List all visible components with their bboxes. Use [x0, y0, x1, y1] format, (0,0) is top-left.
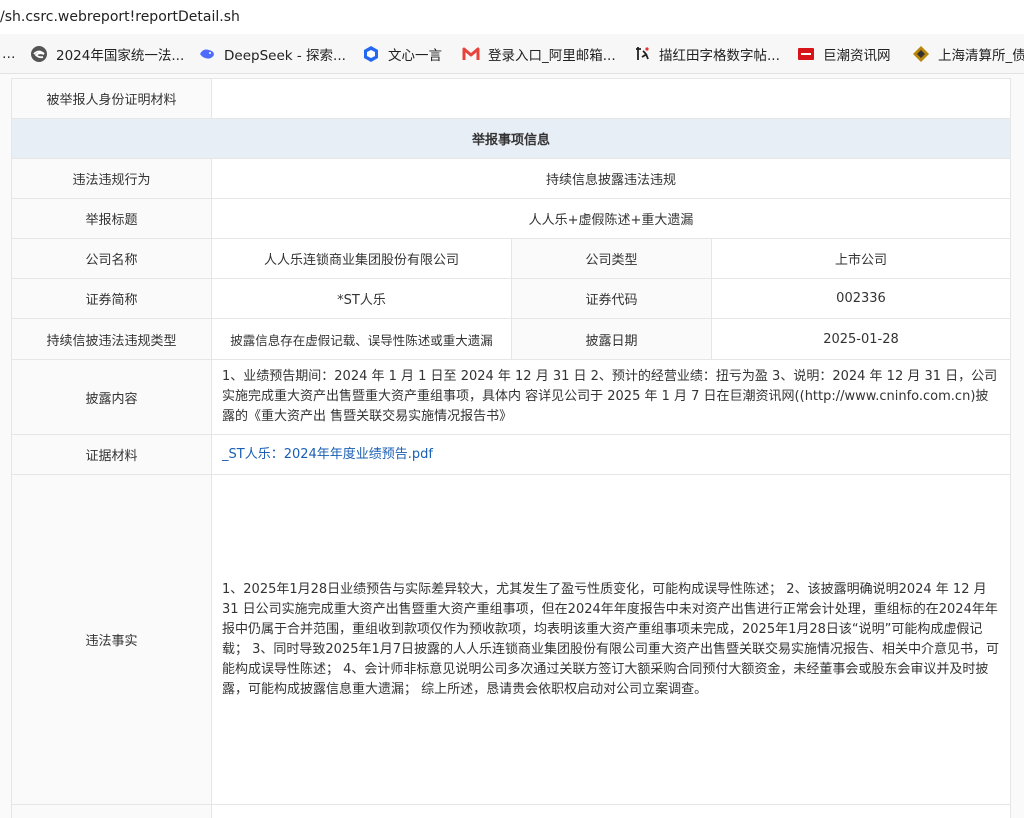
table-row: 举报标题 人人乐+虚假陈述+重大遗漏	[11, 198, 1011, 239]
table-row: 披露内容 1、业绩预告期间：2024 年 1 月 1 日至 2024 年 12 …	[11, 359, 1011, 435]
bookmarks-bar: … 2024年国家统一法... DeepSeek - 探索... 文心一言 登录…	[0, 34, 1024, 74]
url-text: /sh.csrc.webreport!reportDetail.sh	[0, 9, 240, 25]
whistleblower-id-label: 被举报人身份证明材料	[11, 78, 212, 119]
company-name-label: 公司名称	[11, 238, 212, 279]
security-code-value: 002336	[711, 278, 1011, 319]
bookmark-deepseek[interactable]: DeepSeek - 探索...	[198, 34, 346, 73]
company-type-value: 上市公司	[711, 238, 1011, 279]
table-row: 公司名称 人人乐连锁商业集团股份有限公司 公司类型 上市公司	[11, 238, 1011, 279]
address-bar[interactable]: /sh.csrc.webreport!reportDetail.sh	[0, 0, 1024, 34]
bookmark-label: 巨潮资讯网	[823, 48, 891, 64]
table-row: 被举报人身份证明材料	[11, 78, 1011, 119]
bookmark-label: 登录入口_阿里邮箱...	[488, 48, 616, 64]
bookmark-wenxin[interactable]: 文心一言	[362, 34, 442, 73]
security-abbr-value: *ST人乐	[211, 278, 512, 319]
disclosure-content-label: 披露内容	[11, 359, 212, 435]
violation-value: 持续信息披露违法违规	[211, 158, 1011, 199]
bookmark-overflow[interactable]: …	[2, 34, 16, 73]
calligraphy-icon	[633, 45, 651, 63]
report-title-label: 举报标题	[11, 198, 212, 239]
bookmark-label: …	[2, 46, 16, 62]
aliyun-mail-m-icon	[462, 45, 480, 63]
disclosure-date-value: 2025-01-28	[711, 318, 1011, 360]
disclosure-type-label: 持续信披违法违规类型	[11, 318, 212, 360]
bookmark-aliyun-mail[interactable]: 登录入口_阿里邮箱...	[462, 34, 616, 73]
page-content: 被举报人身份证明材料 举报事项信息 违法违规行为 持续信息披露违法违规 举报标题…	[0, 74, 1024, 818]
evidence-label: 证据材料	[11, 434, 212, 475]
bookmark-label: 描红田字格数字帖...	[659, 48, 780, 64]
table-row: 违法事实 1、2025年1月28日业绩预告与实际差异较大，尤其发生了盈亏性质变化…	[11, 474, 1011, 805]
table-row	[11, 804, 1011, 818]
violation-label: 违法违规行为	[11, 158, 212, 199]
facts-label: 违法事实	[11, 474, 212, 805]
table-row: 证据材料 _ST人乐：2024年年度业绩预告.pdf	[11, 434, 1011, 475]
table-row: 违法违规行为 持续信息披露违法违规	[11, 158, 1011, 199]
table-row: 证券简称 *ST人乐 证券代码 002336	[11, 278, 1011, 319]
bookmark-label: DeepSeek - 探索...	[224, 48, 346, 64]
empty-label-cell	[11, 804, 212, 818]
disclosure-date-label: 披露日期	[511, 318, 712, 360]
bookmark-shclearing[interactable]: 上海清算所_债	[912, 34, 1024, 73]
bookmark-label: 上海清算所_债	[938, 48, 1024, 64]
deepseek-whale-icon	[198, 45, 216, 63]
bookmark-label: 2024年国家统一法...	[56, 48, 185, 64]
security-abbr-label: 证券简称	[11, 278, 212, 319]
bookmark-gov-law[interactable]: 2024年国家统一法...	[30, 34, 185, 73]
section-header-row: 举报事项信息	[11, 118, 1011, 159]
table-row: 持续信披违法违规类型 披露信息存在虚假记载、误导性陈述或重大遗漏 披露日期 20…	[11, 318, 1011, 360]
disclosure-type-value: 披露信息存在虚假记载、误导性陈述或重大遗漏	[211, 318, 512, 360]
security-code-label: 证券代码	[511, 278, 712, 319]
company-type-label: 公司类型	[511, 238, 712, 279]
bookmark-cninfo[interactable]: 巨潮资讯网	[797, 34, 891, 73]
report-title-value: 人人乐+虚假陈述+重大遗漏	[211, 198, 1011, 239]
company-name-value: 人人乐连锁商业集团股份有限公司	[211, 238, 512, 279]
disclosure-content-value: 1、业绩预告期间：2024 年 1 月 1 日至 2024 年 12 月 31 …	[211, 359, 1011, 435]
bookmark-calligraphy[interactable]: 描红田字格数字帖...	[633, 34, 780, 73]
whistleblower-id-value	[211, 78, 1011, 119]
bookmark-label: 文心一言	[388, 48, 442, 64]
facts-value: 1、2025年1月28日业绩预告与实际差异较大，尤其发生了盈亏性质变化，可能构成…	[211, 474, 1011, 805]
evidence-file-link[interactable]: _ST人乐：2024年年度业绩预告.pdf	[222, 447, 433, 462]
shclearing-logo-icon	[912, 45, 930, 63]
cninfo-logo-icon	[797, 45, 815, 63]
empty-value-cell	[211, 804, 1011, 818]
report-detail-table: 被举报人身份证明材料 举报事项信息 违法违规行为 持续信息披露违法违规 举报标题…	[11, 78, 1011, 818]
edge-logo-icon	[30, 45, 48, 63]
section-title: 举报事项信息	[11, 118, 1011, 159]
evidence-cell: _ST人乐：2024年年度业绩预告.pdf	[211, 434, 1011, 475]
wenxin-cube-icon	[362, 45, 380, 63]
